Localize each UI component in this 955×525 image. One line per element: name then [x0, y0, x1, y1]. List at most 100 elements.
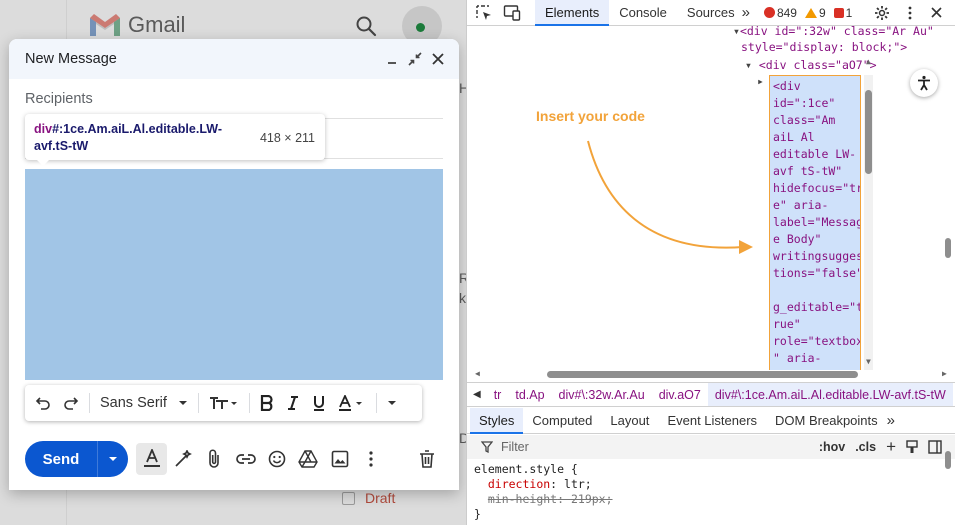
tab-layout[interactable]: Layout — [601, 408, 658, 434]
scrollbar-thumb[interactable] — [865, 90, 872, 174]
styles-tabbar: Styles Computed Layout Event Listeners D… — [467, 407, 955, 434]
breadcrumb-item[interactable]: td.Ap — [508, 383, 551, 406]
sidebar-toggle-icon[interactable] — [928, 440, 942, 454]
hover-state-toggle[interactable]: :hov — [819, 440, 845, 454]
chevron-down-icon — [108, 457, 117, 461]
background-text-fragment: R — [459, 270, 466, 286]
more-formatting-button[interactable] — [381, 389, 403, 417]
css-property[interactable]: direction — [488, 477, 550, 491]
bold-button[interactable] — [254, 389, 280, 417]
minimize-button[interactable] — [381, 48, 403, 70]
font-select[interactable]: Sans Serif — [94, 389, 194, 417]
redo-button[interactable] — [57, 389, 85, 417]
discard-draft-button[interactable] — [412, 443, 443, 475]
insert-drive-button[interactable] — [293, 443, 324, 475]
send-button[interactable]: Send — [25, 441, 128, 477]
list-item[interactable]: Draft — [342, 490, 395, 506]
tab-styles[interactable]: Styles — [470, 407, 524, 434]
dom-node[interactable]: ▾<div id=":32w" class="Ar Au" — [733, 24, 934, 38]
gmail-logo[interactable]: Gmail — [88, 12, 185, 38]
scroll-left-arrow[interactable]: ◀ — [475, 369, 480, 378]
filter-icon — [481, 441, 493, 453]
send-options-button[interactable] — [98, 456, 128, 462]
breadcrumb-item[interactable]: tr — [487, 383, 509, 406]
undo-button[interactable] — [29, 389, 57, 417]
accessibility-button[interactable] — [910, 69, 938, 97]
tooltip-tag: div — [34, 122, 53, 136]
elements-horizontal-scrollbar[interactable] — [483, 370, 950, 379]
filter-input[interactable]: Filter — [501, 440, 529, 454]
insert-link-button[interactable] — [230, 443, 261, 475]
tab-sources[interactable]: Sources — [677, 0, 745, 26]
add-rule-icon[interactable]: + — [886, 437, 896, 457]
breadcrumb-item[interactable]: div.aO7 — [652, 383, 708, 406]
error-count[interactable]: 849 — [763, 5, 797, 20]
scroll-up-arrow[interactable]: ▲ — [866, 57, 871, 66]
text-color-button[interactable] — [332, 389, 372, 417]
paint-brush-icon[interactable] — [906, 440, 918, 454]
recipients-field[interactable]: Recipients — [25, 79, 443, 119]
scroll-right-arrow[interactable]: ▶ — [942, 369, 947, 378]
gear-icon[interactable] — [874, 5, 890, 21]
underline-icon — [314, 395, 324, 411]
search-icon[interactable] — [354, 14, 378, 38]
insert-emoji-button[interactable] — [261, 443, 292, 475]
breadcrumb-item[interactable]: div#\:32w.Ar.Au — [552, 383, 652, 406]
styles-scroll-thumb[interactable] — [945, 451, 951, 469]
bold-icon — [260, 395, 273, 411]
more-options-button[interactable] — [355, 443, 386, 475]
css-value[interactable]: ltr; — [564, 477, 592, 491]
gmail-logo-text: Gmail — [128, 12, 186, 37]
italic-button[interactable] — [280, 389, 306, 417]
text-size-icon — [210, 397, 237, 409]
issue-count-text: 1 — [845, 5, 853, 20]
row-checkbox[interactable] — [342, 491, 355, 505]
attach-file-button[interactable] — [199, 443, 230, 475]
expand-arrow-icon[interactable]: ▸ — [757, 74, 764, 88]
more-vert-icon[interactable] — [908, 6, 912, 20]
insert-photo-button[interactable] — [324, 443, 355, 475]
tab-console[interactable]: Console — [609, 0, 677, 26]
more-tabs-icon[interactable]: » — [742, 4, 750, 21]
dom-node[interactable]: ▾ <div class="aO7"> — [745, 58, 877, 72]
close-icon[interactable] — [931, 7, 942, 18]
scrollbar-thumb[interactable] — [547, 371, 858, 378]
send-label: Send — [42, 450, 80, 468]
devtools-scroll-thumb[interactable] — [945, 238, 951, 258]
compose-actions: Send — [25, 441, 443, 477]
selected-dom-node[interactable]: <div id=":1ce" class="Am aiL Al editable… — [769, 75, 861, 371]
tab-computed[interactable]: Computed — [523, 408, 601, 434]
scroll-down-arrow[interactable]: ▼ — [866, 357, 871, 366]
formatting-options-button[interactable] — [135, 443, 168, 475]
more-tabs-icon[interactable]: » — [887, 412, 895, 429]
device-toggle-icon[interactable] — [503, 4, 521, 22]
background-text-fragment: H — [459, 80, 466, 96]
css-value-overridden[interactable]: 219px; — [571, 492, 613, 506]
close-button[interactable] — [427, 48, 449, 70]
css-property-overridden[interactable]: min-height — [488, 492, 557, 506]
toolbar-divider — [89, 393, 90, 413]
tab-event-listeners[interactable]: Event Listeners — [658, 408, 766, 434]
warning-count[interactable]: 9 — [804, 6, 826, 20]
breadcrumb-left-arrow[interactable]: ◀ — [467, 389, 487, 400]
message-body-highlight[interactable] — [25, 169, 443, 380]
tab-dom-breakpoints[interactable]: DOM Breakpoints — [766, 408, 887, 434]
annotation-arrow — [587, 140, 753, 254]
gmail-m-icon — [90, 14, 120, 36]
inspect-element-icon[interactable] — [475, 4, 493, 22]
rule-close: } — [474, 507, 481, 521]
elements-vertical-scrollbar[interactable] — [864, 75, 873, 371]
underline-button[interactable] — [306, 389, 332, 417]
breadcrumb-item-active[interactable]: div#\:1ce.Am.aiL.Al.editable.LW-avf.tS-t… — [707, 383, 953, 406]
class-toggle[interactable]: .cls — [855, 440, 876, 454]
exit-fullscreen-button[interactable] — [404, 48, 426, 70]
error-count-text: 849 — [776, 5, 797, 20]
redo-icon — [64, 397, 79, 410]
ai-write-button[interactable] — [167, 443, 198, 475]
font-size-button[interactable] — [203, 389, 245, 417]
compose-title: New Message — [25, 51, 117, 67]
issue-count[interactable]: 1 — [833, 5, 853, 20]
dom-node-text: <div id=":32w" class="Ar Au" — [739, 24, 934, 38]
dom-node-text: <div class="aO7"> — [758, 58, 877, 72]
tab-elements[interactable]: Elements — [535, 0, 610, 26]
